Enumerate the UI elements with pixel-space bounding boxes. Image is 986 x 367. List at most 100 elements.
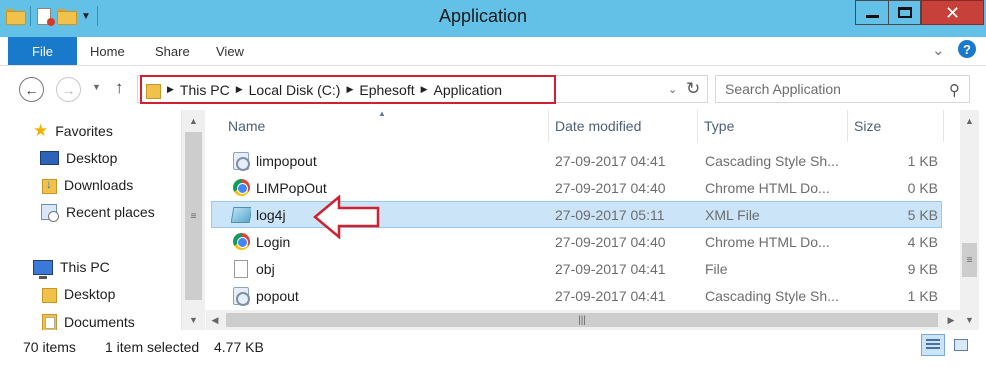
- status-bar: 70 items 1 item selected 4.77 KB: [0, 330, 986, 367]
- nav-label: Downloads: [64, 177, 134, 193]
- large-icons-view-button[interactable]: [949, 334, 973, 356]
- file-name: log4j: [256, 206, 286, 223]
- nav-downloads[interactable]: Downloads: [42, 177, 134, 194]
- refresh-icon[interactable]: ↻: [686, 79, 700, 99]
- nav-label: Desktop: [66, 150, 118, 166]
- file-date: 27-09-2017 04:41: [555, 152, 666, 169]
- nav-label: Recent places: [66, 204, 155, 220]
- annotation-arrow-icon: [313, 195, 380, 239]
- file-type: Chrome HTML Do...: [705, 233, 830, 250]
- scroll-right-icon[interactable]: ▶: [942, 312, 960, 329]
- star-icon: ★: [33, 121, 49, 140]
- scroll-left-icon[interactable]: ◀: [206, 312, 224, 329]
- css-file-icon: [231, 283, 251, 308]
- nav-label: Documents: [64, 313, 135, 330]
- up-button[interactable]: ↑: [115, 78, 124, 98]
- file-name: LIMPopOut: [256, 179, 327, 196]
- arrow-left-icon: ←: [24, 81, 39, 98]
- chevron-right-icon[interactable]: ▶: [167, 84, 174, 95]
- breadcrumb-ephesoft[interactable]: Ephesoft: [359, 82, 414, 98]
- column-header-row: ▲ Name Date modified Type Size: [206, 109, 960, 142]
- scroll-up-icon[interactable]: ▲: [960, 112, 979, 129]
- file-name: Login: [256, 233, 291, 250]
- nav-documents[interactable]: Documents: [42, 313, 135, 331]
- close-button[interactable]: ✕: [921, 0, 984, 25]
- xml-file-icon: [231, 202, 251, 227]
- breadcrumb-application[interactable]: Application: [434, 82, 503, 98]
- minimize-icon: [865, 15, 879, 18]
- nav-desktop[interactable]: Desktop: [40, 150, 117, 166]
- file-type: XML File: [705, 206, 760, 223]
- file-size: 9 KB: [907, 260, 938, 277]
- file-name: obj: [256, 260, 275, 277]
- breadcrumb-local-disk[interactable]: Local Disk (C:): [249, 82, 341, 98]
- arrow-right-icon: →: [61, 81, 76, 98]
- scroll-down-icon[interactable]: ▼: [182, 311, 205, 328]
- file-type: Chrome HTML Do...: [705, 179, 830, 196]
- ribbon: File Home Share View ⌄ ?: [0, 37, 986, 65]
- nav-label: Favorites: [55, 122, 113, 139]
- title-bar: ▼ Application ✕: [0, 0, 986, 37]
- column-size[interactable]: Size: [848, 110, 944, 142]
- details-view-icon: [926, 339, 940, 351]
- nav-favorites[interactable]: ★ Favorites: [33, 122, 113, 139]
- item-count: 70 items: [23, 339, 76, 355]
- forward-button[interactable]: →: [56, 77, 81, 102]
- file-row[interactable]: limpopout 27-09-2017 04:41 Cascading Sty…: [211, 147, 942, 174]
- address-dropdown-icon[interactable]: ⌄: [668, 83, 677, 96]
- file-name: popout: [256, 287, 299, 304]
- folder-icon: [146, 82, 161, 99]
- details-view-button[interactable]: [921, 334, 945, 356]
- nav-pc-desktop[interactable]: Desktop: [42, 286, 115, 303]
- css-file-icon: [231, 148, 251, 173]
- horizontal-scrollbar[interactable]: ◀ ||| ▶: [206, 310, 960, 330]
- minimize-button[interactable]: [855, 0, 888, 25]
- scrollbar-thumb[interactable]: ≡: [185, 132, 202, 300]
- file-tab[interactable]: File: [8, 37, 77, 65]
- selection-count: 1 item selected: [105, 339, 200, 355]
- tab-home[interactable]: Home: [90, 44, 125, 59]
- file-row[interactable]: popout 27-09-2017 04:41 Cascading Style …: [211, 282, 942, 309]
- recent-places-icon: [41, 204, 59, 222]
- column-date-modified[interactable]: Date modified: [549, 110, 698, 142]
- recent-locations-dropdown-icon[interactable]: ▼: [92, 82, 101, 92]
- expand-ribbon-icon[interactable]: ⌄: [932, 41, 945, 59]
- tab-view[interactable]: View: [216, 44, 244, 59]
- scroll-down-icon[interactable]: ▼: [960, 311, 979, 328]
- file-size: 4 KB: [907, 233, 938, 250]
- file-name: limpopout: [256, 152, 317, 169]
- search-icon[interactable]: ⚲: [949, 81, 960, 99]
- chevron-right-icon[interactable]: ▶: [421, 84, 428, 95]
- file-row[interactable]: obj 27-09-2017 04:41 File 9 KB: [211, 255, 942, 282]
- back-button[interactable]: ←: [19, 77, 44, 102]
- file-size: 1 KB: [907, 152, 938, 169]
- chevron-right-icon[interactable]: ▶: [346, 84, 353, 95]
- window-title: Application: [438, 6, 528, 26]
- file-size: 5 KB: [907, 206, 938, 223]
- nav-pane-scrollbar[interactable]: ▲ ≡ ▼: [181, 110, 205, 330]
- nav-recent-places[interactable]: Recent places: [41, 204, 155, 222]
- chrome-icon: [231, 175, 251, 200]
- tab-share[interactable]: Share: [155, 44, 190, 59]
- column-name[interactable]: Name: [222, 110, 549, 142]
- file-date: 27-09-2017 04:40: [555, 233, 666, 250]
- scrollbar-thumb[interactable]: |||: [226, 313, 938, 327]
- chevron-right-icon[interactable]: ▶: [236, 84, 243, 95]
- scroll-up-icon[interactable]: ▲: [182, 112, 205, 129]
- file-list-scrollbar[interactable]: ▲ ≡ ▼: [960, 110, 979, 330]
- file-icon: [231, 256, 251, 281]
- help-icon[interactable]: ?: [958, 40, 976, 58]
- search-input[interactable]: [716, 76, 942, 102]
- breadcrumb-this-pc[interactable]: This PC: [180, 82, 230, 98]
- column-type[interactable]: Type: [698, 110, 848, 142]
- nav-this-pc[interactable]: This PC: [33, 259, 110, 279]
- file-type: File: [705, 260, 728, 277]
- address-bar[interactable]: ▶ This PC ▶ Local Disk (C:) ▶ Ephesoft ▶…: [137, 75, 708, 104]
- close-icon: ✕: [944, 2, 961, 23]
- scrollbar-thumb[interactable]: ≡: [962, 243, 977, 277]
- selection-size: 4.77 KB: [214, 339, 264, 355]
- file-date: 27-09-2017 04:40: [555, 179, 666, 196]
- maximize-button[interactable]: [888, 0, 921, 25]
- downloads-icon: [42, 177, 57, 194]
- file-date: 27-09-2017 04:41: [555, 287, 666, 304]
